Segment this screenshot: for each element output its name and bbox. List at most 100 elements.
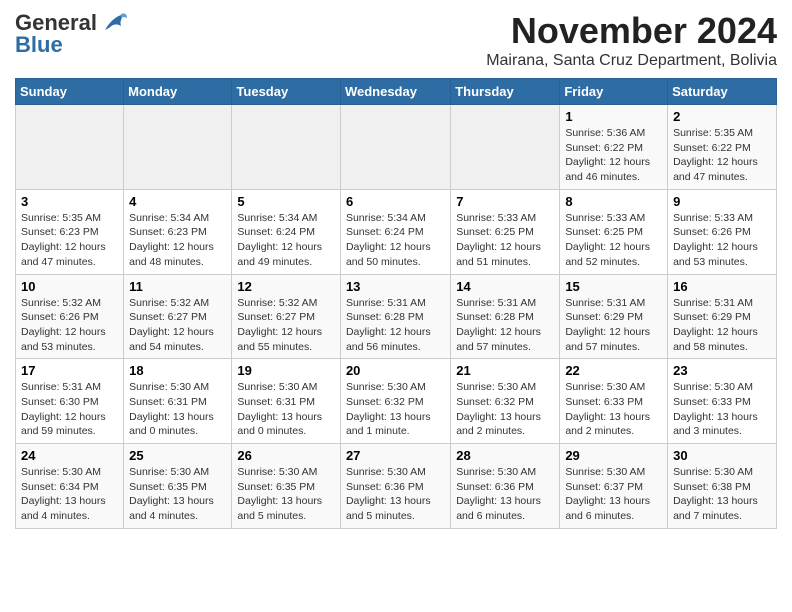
day-info: Sunrise: 5:30 AM Sunset: 6:31 PM Dayligh… (129, 380, 226, 439)
calendar-week-row: 3 Sunrise: 5:35 AM Sunset: 6:23 PM Daylig… (16, 189, 777, 274)
day-info: Sunrise: 5:30 AM Sunset: 6:31 PM Dayligh… (237, 380, 335, 439)
day-number: 13 (346, 279, 445, 294)
calendar-table: SundayMondayTuesdayWednesdayThursdayFrid… (15, 78, 777, 529)
day-number: 14 (456, 279, 554, 294)
calendar-cell: 9 Sunrise: 5:33 AM Sunset: 6:26 PM Daylig… (668, 189, 777, 274)
day-number: 28 (456, 448, 554, 463)
day-info: Sunrise: 5:33 AM Sunset: 6:25 PM Dayligh… (565, 211, 662, 270)
day-info: Sunrise: 5:31 AM Sunset: 6:30 PM Dayligh… (21, 380, 118, 439)
calendar-cell: 26 Sunrise: 5:30 AM Sunset: 6:35 PM Dayli… (232, 444, 341, 529)
day-info: Sunrise: 5:30 AM Sunset: 6:35 PM Dayligh… (237, 465, 335, 524)
day-info: Sunrise: 5:31 AM Sunset: 6:28 PM Dayligh… (456, 296, 554, 355)
day-number: 25 (129, 448, 226, 463)
day-number: 26 (237, 448, 335, 463)
day-number: 15 (565, 279, 662, 294)
calendar-cell: 2 Sunrise: 5:35 AM Sunset: 6:22 PM Daylig… (668, 105, 777, 190)
day-number: 22 (565, 363, 662, 378)
day-number: 12 (237, 279, 335, 294)
day-number: 24 (21, 448, 118, 463)
day-info: Sunrise: 5:34 AM Sunset: 6:23 PM Dayligh… (129, 211, 226, 270)
calendar-cell (16, 105, 124, 190)
day-info: Sunrise: 5:32 AM Sunset: 6:27 PM Dayligh… (237, 296, 335, 355)
day-number: 29 (565, 448, 662, 463)
day-number: 17 (21, 363, 118, 378)
calendar-week-row: 24Sunrise: 5:30 AM Sunset: 6:34 PM Dayli… (16, 444, 777, 529)
calendar-cell: 14 Sunrise: 5:31 AM Sunset: 6:28 PM Dayli… (451, 274, 560, 359)
calendar-cell (451, 105, 560, 190)
calendar-cell: 16Sunrise: 5:31 AM Sunset: 6:29 PM Dayli… (668, 274, 777, 359)
day-number: 20 (346, 363, 445, 378)
calendar-cell: 10 Sunrise: 5:32 AM Sunset: 6:26 PM Dayli… (16, 274, 124, 359)
calendar-cell: 27 Sunrise: 5:30 AM Sunset: 6:36 PM Dayli… (340, 444, 450, 529)
day-info: Sunrise: 5:33 AM Sunset: 6:26 PM Dayligh… (673, 211, 771, 270)
day-info: Sunrise: 5:30 AM Sunset: 6:33 PM Dayligh… (565, 380, 662, 439)
calendar-cell: 4 Sunrise: 5:34 AM Sunset: 6:23 PM Daylig… (124, 189, 232, 274)
day-number: 10 (21, 279, 118, 294)
day-info: Sunrise: 5:34 AM Sunset: 6:24 PM Dayligh… (346, 211, 445, 270)
day-number: 18 (129, 363, 226, 378)
calendar-cell: 5 Sunrise: 5:34 AM Sunset: 6:24 PM Daylig… (232, 189, 341, 274)
calendar-cell: 3 Sunrise: 5:35 AM Sunset: 6:23 PM Daylig… (16, 189, 124, 274)
calendar-cell (340, 105, 450, 190)
calendar-cell: 11Sunrise: 5:32 AM Sunset: 6:27 PM Dayli… (124, 274, 232, 359)
calendar-cell: 25 Sunrise: 5:30 AM Sunset: 6:35 PM Dayli… (124, 444, 232, 529)
calendar-cell: 29 Sunrise: 5:30 AM Sunset: 6:37 PM Dayli… (560, 444, 668, 529)
day-info: Sunrise: 5:34 AM Sunset: 6:24 PM Dayligh… (237, 211, 335, 270)
calendar-header-sunday: Sunday (16, 79, 124, 105)
calendar-header-wednesday: Wednesday (340, 79, 450, 105)
calendar-cell: 12 Sunrise: 5:32 AM Sunset: 6:27 PM Dayli… (232, 274, 341, 359)
calendar-header-monday: Monday (124, 79, 232, 105)
day-number: 7 (456, 194, 554, 209)
calendar-cell: 22 Sunrise: 5:30 AM Sunset: 6:33 PM Dayli… (560, 359, 668, 444)
logo-bird-icon (99, 12, 127, 34)
day-number: 8 (565, 194, 662, 209)
day-number: 5 (237, 194, 335, 209)
calendar-cell (124, 105, 232, 190)
day-info: Sunrise: 5:31 AM Sunset: 6:28 PM Dayligh… (346, 296, 445, 355)
day-number: 30 (673, 448, 771, 463)
day-number: 9 (673, 194, 771, 209)
day-number: 6 (346, 194, 445, 209)
day-number: 3 (21, 194, 118, 209)
calendar-cell: 19 Sunrise: 5:30 AM Sunset: 6:31 PM Dayli… (232, 359, 341, 444)
calendar-week-row: 1 Sunrise: 5:36 AM Sunset: 6:22 PM Daylig… (16, 105, 777, 190)
calendar-cell: 20 Sunrise: 5:30 AM Sunset: 6:32 PM Dayli… (340, 359, 450, 444)
calendar-cell: 6 Sunrise: 5:34 AM Sunset: 6:24 PM Daylig… (340, 189, 450, 274)
calendar-cell (232, 105, 341, 190)
calendar-header-friday: Friday (560, 79, 668, 105)
calendar-header-saturday: Saturday (668, 79, 777, 105)
day-info: Sunrise: 5:35 AM Sunset: 6:22 PM Dayligh… (673, 126, 771, 185)
calendar-cell: 18 Sunrise: 5:30 AM Sunset: 6:31 PM Dayli… (124, 359, 232, 444)
logo: General Blue (15, 10, 127, 58)
day-info: Sunrise: 5:30 AM Sunset: 6:32 PM Dayligh… (456, 380, 554, 439)
calendar-cell: 23 Sunrise: 5:30 AM Sunset: 6:33 PM Dayli… (668, 359, 777, 444)
calendar-cell: 8 Sunrise: 5:33 AM Sunset: 6:25 PM Daylig… (560, 189, 668, 274)
day-info: Sunrise: 5:35 AM Sunset: 6:23 PM Dayligh… (21, 211, 118, 270)
day-info: Sunrise: 5:31 AM Sunset: 6:29 PM Dayligh… (673, 296, 771, 355)
day-number: 19 (237, 363, 335, 378)
calendar-title: November 2024 (486, 10, 777, 52)
calendar-subtitle: Mairana, Santa Cruz Department, Bolivia (486, 52, 777, 70)
day-number: 23 (673, 363, 771, 378)
calendar-week-row: 17 Sunrise: 5:31 AM Sunset: 6:30 PM Dayli… (16, 359, 777, 444)
title-section: November 2024 Mairana, Santa Cruz Depart… (486, 10, 777, 70)
day-number: 1 (565, 109, 662, 124)
day-number: 21 (456, 363, 554, 378)
day-info: Sunrise: 5:36 AM Sunset: 6:22 PM Dayligh… (565, 126, 662, 185)
page-header: General Blue November 2024 Mairana, Sant… (15, 10, 777, 70)
calendar-cell: 15Sunrise: 5:31 AM Sunset: 6:29 PM Dayli… (560, 274, 668, 359)
day-number: 27 (346, 448, 445, 463)
day-info: Sunrise: 5:30 AM Sunset: 6:36 PM Dayligh… (346, 465, 445, 524)
day-info: Sunrise: 5:30 AM Sunset: 6:32 PM Dayligh… (346, 380, 445, 439)
calendar-body: 1 Sunrise: 5:36 AM Sunset: 6:22 PM Daylig… (16, 105, 777, 529)
day-info: Sunrise: 5:30 AM Sunset: 6:35 PM Dayligh… (129, 465, 226, 524)
day-info: Sunrise: 5:30 AM Sunset: 6:37 PM Dayligh… (565, 465, 662, 524)
calendar-week-row: 10 Sunrise: 5:32 AM Sunset: 6:26 PM Dayli… (16, 274, 777, 359)
day-number: 11 (129, 279, 226, 294)
calendar-cell: 17 Sunrise: 5:31 AM Sunset: 6:30 PM Dayli… (16, 359, 124, 444)
day-info: Sunrise: 5:30 AM Sunset: 6:36 PM Dayligh… (456, 465, 554, 524)
day-info: Sunrise: 5:30 AM Sunset: 6:33 PM Dayligh… (673, 380, 771, 439)
day-info: Sunrise: 5:32 AM Sunset: 6:26 PM Dayligh… (21, 296, 118, 355)
day-number: 2 (673, 109, 771, 124)
day-number: 4 (129, 194, 226, 209)
